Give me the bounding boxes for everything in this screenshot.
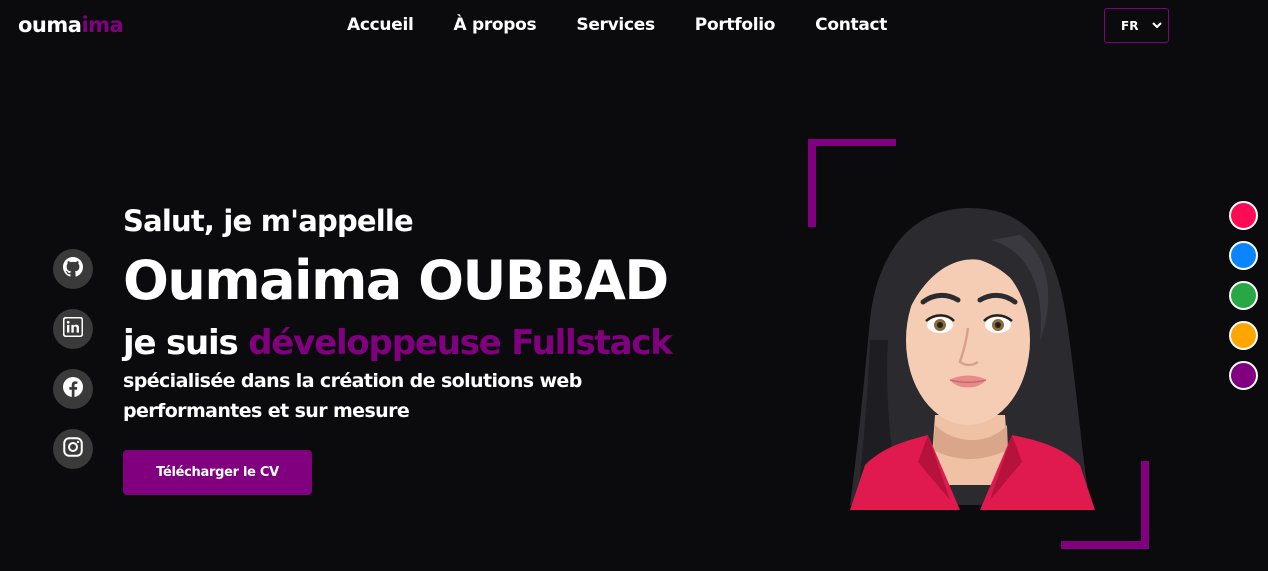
facebook-link[interactable] [53,369,93,409]
download-cv-button[interactable]: Télécharger le CV [123,450,312,495]
hero-section: Salut, je m'appelle Oumaima OUBBAD je su… [123,200,763,495]
github-link[interactable] [53,249,93,289]
theme-color-switcher [1229,201,1258,390]
github-icon [63,257,83,281]
language-select[interactable]: FR [1104,8,1169,43]
color-swatch-blue[interactable] [1229,241,1258,270]
linkedin-icon [62,316,84,341]
linkedin-link[interactable] [53,309,93,349]
main-nav: Accueil À propos Services Portfolio Cont… [347,15,927,35]
nav-portfolio[interactable]: Portfolio [695,15,776,35]
color-swatch-pink[interactable] [1229,201,1258,230]
frame-corner-bottom-right-horizontal [1061,541,1149,549]
instagram-icon [63,437,83,461]
color-swatch-purple[interactable] [1229,361,1258,390]
nav-services[interactable]: Services [576,15,655,35]
avatar-illustration [840,200,1105,510]
facebook-icon [63,377,83,401]
nav-accueil[interactable]: Accueil [347,15,414,35]
hero-description: spécialisée dans la création de solution… [123,370,582,422]
language-selected-value: FR [1121,18,1139,33]
hero-role: je suis développeuse Fullstack [123,320,763,366]
hero-role-highlight: développeuse Fullstack [248,323,673,363]
social-links [53,249,93,469]
logo-text-main: ouma [18,13,82,37]
color-swatch-orange[interactable] [1229,321,1258,350]
site-logo[interactable]: oumaima [18,13,124,37]
nav-contact[interactable]: Contact [815,15,887,35]
hero-greeting: Salut, je m'appelle [123,204,414,238]
frame-corner-bottom-right-vertical [1141,461,1149,549]
hero-role-prefix: je suis [123,323,249,363]
instagram-link[interactable] [53,429,93,469]
color-swatch-green[interactable] [1229,281,1258,310]
logo-text-accent: ima [81,13,124,37]
chevron-down-icon [1152,19,1162,32]
frame-corner-top-left-vertical [808,139,816,227]
hero-name: Oumaima OUBBAD [123,249,669,312]
nav-a-propos[interactable]: À propos [454,15,537,35]
frame-corner-top-left-horizontal [808,139,896,146]
